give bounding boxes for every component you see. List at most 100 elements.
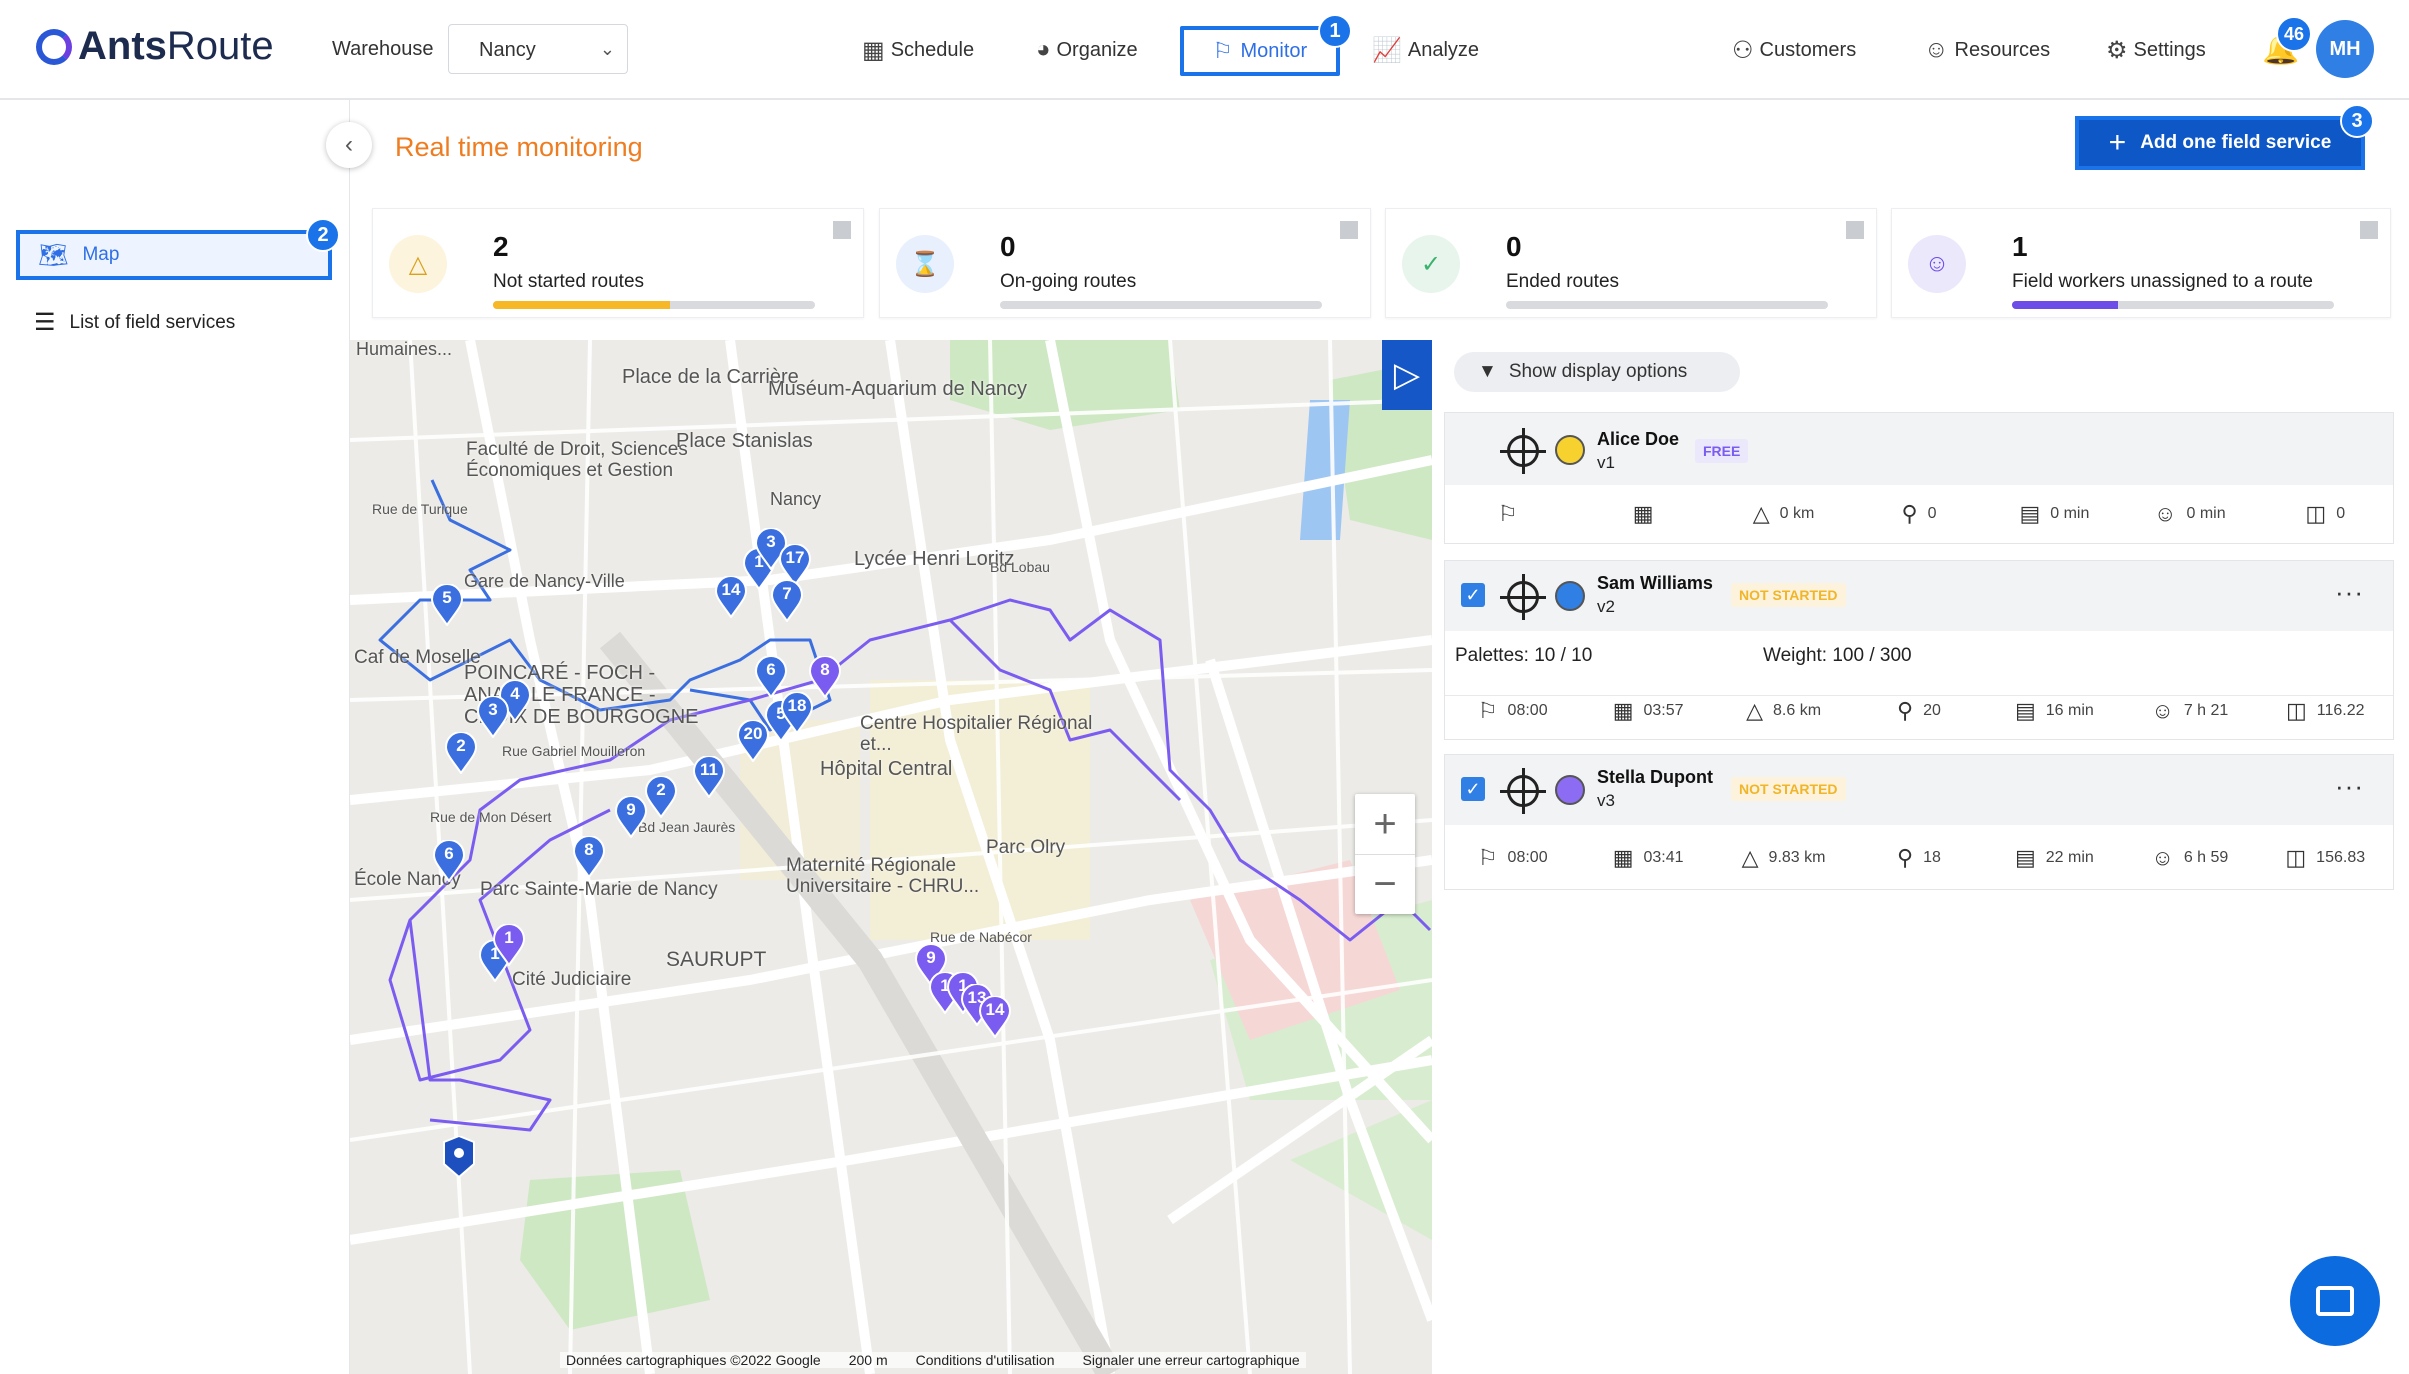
kpi-label: On-going routes (1000, 271, 1137, 292)
stat-drive: ▤ 22 min (1987, 843, 2122, 873)
stat-drive: ▤ 16 min (1987, 696, 2122, 725)
route-card-alice[interactable]: Alice Doe v1 FREE ⚐ ▦ △ 0 km ⚲ 0 ▤ 0 min ☺ 0… (1444, 412, 2394, 544)
route-card-header (1445, 755, 2393, 825)
depot-marker-icon[interactable] (442, 1134, 476, 1179)
vehicle-name: v2 (1597, 597, 1615, 616)
sidebar-item-list[interactable]: ☰ List of field services (34, 308, 235, 337)
map-marker-route-1[interactable]: 8 (572, 835, 606, 879)
map-marker-label: 8 (584, 840, 594, 859)
car-icon: ▤ (2014, 845, 2036, 870)
vehicle-name: v1 (1597, 453, 1615, 472)
locate-target-icon[interactable] (1500, 768, 1546, 814)
map-marker-route-1[interactable]: 11 (692, 755, 726, 799)
chart-icon: 📈 (1372, 37, 1402, 64)
money-icon: ◫ (2285, 845, 2307, 870)
chat-button[interactable] (2290, 1256, 2380, 1346)
checkered-flag-icon: ▦ (1612, 697, 1634, 723)
zoom-in-button[interactable]: + (1355, 794, 1415, 854)
map-marker-route-1[interactable]: 7 (770, 579, 804, 623)
nav-analyze-label: Analyze (1407, 39, 1480, 61)
map-marker-route-2[interactable]: 8 (808, 655, 842, 699)
kpi-card-unassigned: ☺ 1 Field workers unassigned to a route (1891, 208, 2391, 318)
sidebar (0, 100, 350, 1374)
flag-icon: ⚐ (1477, 845, 1498, 870)
map-label: Gare de Nancy-Ville (464, 571, 625, 591)
zoom-out-button[interactable]: − (1355, 854, 1415, 914)
map-marker-route-1[interactable]: 3 (476, 695, 510, 739)
nav-settings[interactable]: ⚙ Settings (2106, 36, 2206, 65)
chevron-left-icon: ‹ (345, 131, 353, 158)
map-marker-label: 18 (787, 696, 807, 715)
spinner-icon: ⌛ (896, 235, 954, 293)
map-marker-route-2[interactable]: 14 (978, 995, 1012, 1039)
route-checkbox[interactable]: ✓ (1461, 777, 1485, 801)
map-marker-label: 14 (985, 1000, 1005, 1019)
map-label: Nancy (770, 489, 822, 509)
warehouse-select[interactable]: Nancy ⌄ (448, 24, 628, 74)
kpi-expand-toggle[interactable] (833, 221, 851, 239)
chevron-down-icon: ⌄ (599, 39, 615, 59)
locate-target-icon[interactable] (1500, 574, 1546, 620)
map-marker-route-1[interactable]: 9 (614, 795, 648, 839)
nav-customers-label: Customers (1759, 39, 1857, 61)
add-field-service-button[interactable]: + Add one field service (2075, 116, 2365, 170)
avatar[interactable]: MH (2316, 20, 2374, 78)
show-display-options-button[interactable]: ▼ Show display options (1454, 352, 1740, 392)
map-label: Bd Lobau (990, 559, 1050, 575)
route-card-stella[interactable]: ✓ Stella Dupont v3 NOT STARTED ··· ⚐ 08:0… (1444, 754, 2394, 890)
map-marker-route-1[interactable]: 18 (780, 691, 814, 735)
map-marker-route-1[interactable]: 6 (432, 839, 466, 883)
map-marker-route-1[interactable]: 2 (644, 775, 678, 819)
nav-schedule[interactable]: ▦ Schedule (862, 36, 974, 65)
map-view[interactable]: Humaines... Place de la Carrière Muséum-Aq… (350, 340, 1432, 1374)
toggle-panel-button[interactable]: ▷ (1382, 340, 1432, 410)
stat-cost-value: 116.22 (2316, 701, 2365, 719)
more-options-icon[interactable]: ··· (2335, 771, 2364, 802)
stat-stops: ⚲ 18 (1851, 843, 1986, 873)
route-card-header (1445, 413, 2393, 485)
map-marker-label: 9 (626, 800, 636, 819)
route-checkbox[interactable]: ✓ (1461, 583, 1485, 607)
map-scale: 200 m (848, 1352, 888, 1368)
map-attribution: Données cartographiques ©2022 Google 200… (560, 1352, 1306, 1368)
stat-stops: ⚲ 20 (1851, 696, 1986, 725)
route-card-sam[interactable]: ✓ Sam Williams v2 NOT STARTED ··· Palett… (1444, 560, 2394, 740)
nav-organize[interactable]: ◕ Organize (1036, 36, 1138, 64)
nav-analyze[interactable]: 📈 Analyze (1372, 36, 1479, 65)
map-marker-route-1[interactable]: 2 (444, 731, 478, 775)
more-options-icon[interactable]: ··· (2335, 577, 2364, 608)
stat-stops-value: 18 (1923, 849, 1941, 866)
map-label: Bd Jean Jaurès (638, 819, 736, 835)
map-terms-link[interactable]: Conditions d'utilisation (916, 1352, 1055, 1368)
filter-icon: ▼ (1478, 361, 1497, 382)
routes-panel: ▼ Show display options Alice Doe v1 FREE… (1444, 340, 2400, 1370)
stat-stops-value: 20 (1923, 701, 1941, 719)
add-field-service-label: Add one field service (2140, 132, 2332, 153)
calendar-icon: ▦ (862, 37, 885, 64)
locate-target-icon[interactable] (1500, 428, 1546, 474)
nav-monitor[interactable]: ⚐ Monitor (1180, 26, 1340, 76)
collapse-sidebar-button[interactable]: ‹ (326, 122, 372, 168)
nav-customers[interactable]: ⚇ Customers (1732, 36, 1856, 65)
map-marker-route-1[interactable]: 5 (430, 583, 464, 627)
map-marker-label: 1 (504, 928, 514, 947)
stat-work-value: 0 min (2186, 505, 2226, 522)
sidebar-item-map[interactable]: 🗺 Map (16, 230, 332, 280)
checkered-flag-icon: ▦ (1632, 501, 1654, 526)
stat-cost: ◫ 156.83 (2258, 843, 2393, 873)
map-report-link[interactable]: Signaler une erreur cartographique (1083, 1352, 1300, 1368)
stat-cost: ◫ 116.22 (2258, 696, 2393, 725)
kpi-expand-toggle[interactable] (2360, 221, 2378, 239)
map-icon: 🗺 (38, 241, 69, 269)
kpi-label: Not started routes (493, 271, 645, 292)
kpi-expand-toggle[interactable] (1340, 221, 1358, 239)
kpi-expand-toggle[interactable] (1846, 221, 1864, 239)
stat-cost-value: 0 (2336, 505, 2346, 522)
app-root: Ants Route Warehouse Nancy ⌄ ▦ Schedule ◕… (0, 0, 2409, 1374)
stat-distance: △ 0 km (1716, 499, 1851, 529)
map-marker-route-2[interactable]: 1 (492, 923, 526, 967)
sidebar-item-map-label: Map (82, 244, 120, 265)
nav-resources[interactable]: ☺ Resources (1924, 36, 2050, 64)
kpi-label: Ended routes (1506, 271, 1620, 292)
app-logo[interactable]: Ants Route (36, 24, 274, 69)
